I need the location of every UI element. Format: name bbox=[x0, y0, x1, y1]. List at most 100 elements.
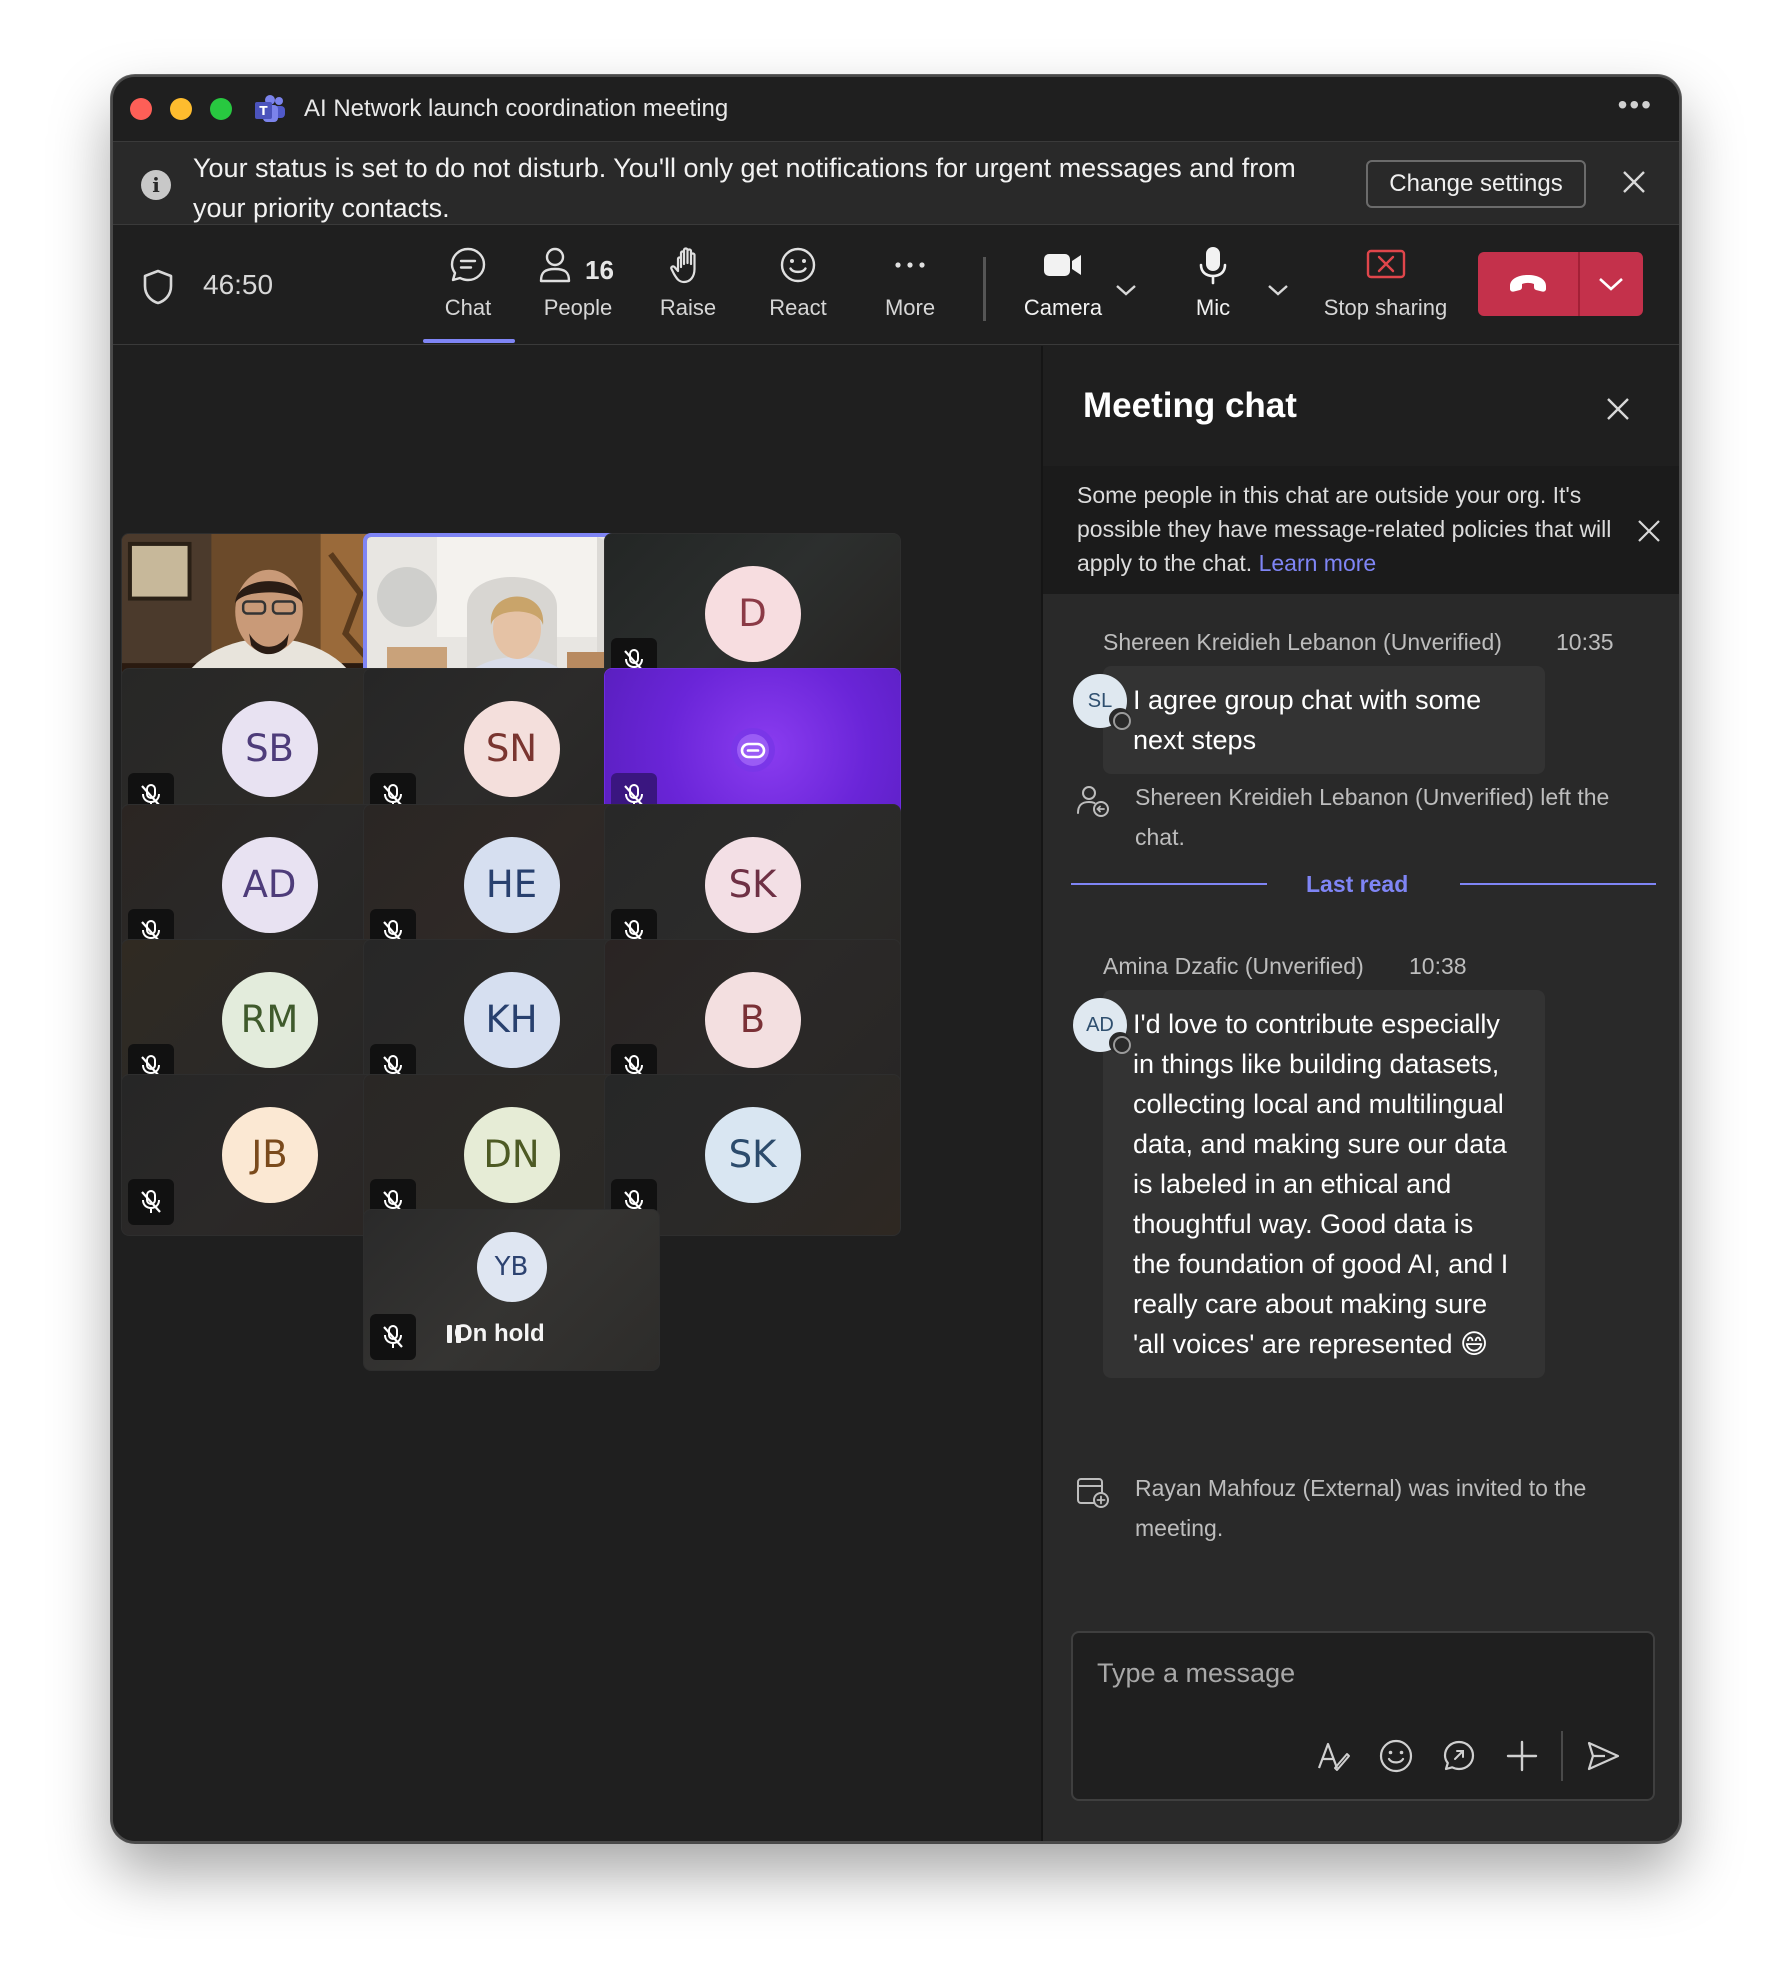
zoom-window-button[interactable] bbox=[210, 98, 232, 120]
chat-icon bbox=[450, 247, 486, 282]
presence-status-icon bbox=[1109, 1032, 1131, 1054]
smiley-icon bbox=[780, 247, 816, 283]
avatar-initials: SL bbox=[1087, 690, 1113, 712]
more-button[interactable]: More bbox=[865, 245, 955, 335]
participant-avatar: D bbox=[704, 566, 801, 662]
chevron-down-icon[interactable] bbox=[1115, 283, 1137, 297]
muted-mic-icon bbox=[370, 1314, 416, 1360]
message-time: 10:38 bbox=[1409, 953, 1467, 979]
chat-message-bubble[interactable]: I'd love to contribute especially in thi… bbox=[1103, 990, 1545, 1378]
meeting-chat-panel: Meeting chat Some people in this chat ar… bbox=[1041, 346, 1679, 1841]
people-button[interactable]: 16 People bbox=[523, 245, 633, 335]
stop-sharing-button[interactable]: Stop sharing bbox=[1303, 245, 1468, 335]
window-title: AI Network launch coordination meeting bbox=[304, 95, 729, 122]
message-author: Shereen Kreidieh Lebanon (Unverified) bbox=[1103, 629, 1502, 655]
participant-avatar: B bbox=[704, 972, 801, 1068]
bot-icon bbox=[731, 728, 775, 772]
camera-icon bbox=[1044, 254, 1081, 276]
raise-hand-button[interactable]: Raise bbox=[643, 245, 733, 335]
video-stage: D SB SN AD HE SK RM KH B JB DN SK YB On … bbox=[113, 346, 1041, 1841]
message-author: Amina Dzafic (Unverified) bbox=[1103, 953, 1364, 979]
chat-label: Chat bbox=[444, 295, 492, 320]
chat-message-bubble[interactable]: I agree group chat with some next steps bbox=[1103, 666, 1545, 774]
composer-divider bbox=[1561, 1731, 1563, 1781]
raise-label: Raise bbox=[659, 295, 717, 320]
participant-avatar: DN bbox=[463, 1107, 560, 1203]
chevron-down-icon[interactable] bbox=[1267, 283, 1289, 297]
participant-avatar: RM bbox=[221, 972, 318, 1068]
close-icon[interactable] bbox=[1603, 394, 1633, 424]
info-icon: i bbox=[141, 170, 171, 200]
shield-icon[interactable] bbox=[141, 268, 175, 306]
learn-more-link[interactable]: Learn more bbox=[1259, 550, 1377, 576]
toolbar-divider bbox=[983, 257, 986, 321]
do-not-disturb-banner: i Your status is set to do not disturb. … bbox=[113, 141, 1679, 225]
change-settings-button[interactable]: Change settings bbox=[1366, 160, 1586, 208]
person-left-icon bbox=[1077, 786, 1109, 817]
close-icon[interactable] bbox=[1635, 517, 1663, 545]
external-users-notice: Some people in this chat are outside you… bbox=[1043, 466, 1679, 594]
plus-icon[interactable] bbox=[1504, 1738, 1540, 1774]
participant-avatar: HE bbox=[463, 837, 560, 933]
react-button[interactable]: React bbox=[753, 245, 843, 335]
react-label: React bbox=[769, 295, 827, 320]
last-read-label: Last read bbox=[1306, 871, 1409, 897]
camera-button[interactable]: Camera bbox=[1003, 245, 1123, 335]
chevron-down-icon[interactable] bbox=[1598, 276, 1624, 292]
meeting-toolbar: 46:50 Chat 16 People Raise React More Ca… bbox=[113, 225, 1679, 345]
mic-button[interactable]: Mic bbox=[1168, 245, 1258, 335]
format-text-icon[interactable] bbox=[1315, 1738, 1351, 1774]
message-input[interactable] bbox=[1097, 1653, 1627, 1693]
participant-avatar: SN bbox=[463, 701, 560, 797]
people-icon bbox=[539, 247, 571, 283]
chat-title: Meeting chat bbox=[1083, 386, 1297, 425]
close-icon[interactable] bbox=[1619, 167, 1649, 197]
external-notice-text: Some people in this chat are outside you… bbox=[1077, 478, 1637, 580]
close-window-button[interactable] bbox=[130, 98, 152, 120]
teams-meeting-window: T AI Network launch coordination meeting… bbox=[111, 75, 1681, 1843]
active-tab-indicator bbox=[423, 339, 515, 343]
message-time: 10:35 bbox=[1556, 629, 1614, 655]
avatar[interactable]: SL bbox=[1073, 674, 1131, 730]
svg-text:T: T bbox=[259, 104, 268, 118]
last-read-divider bbox=[1071, 883, 1267, 885]
people-count: 16 bbox=[585, 255, 614, 285]
people-label: People bbox=[543, 295, 613, 320]
presence-status-icon bbox=[1109, 708, 1131, 730]
send-icon[interactable] bbox=[1585, 1738, 1621, 1774]
loop-component-icon[interactable] bbox=[1441, 1738, 1477, 1774]
more-icon bbox=[895, 262, 925, 268]
participant-avatar: JB bbox=[221, 1107, 318, 1203]
hang-up-icon bbox=[1510, 275, 1546, 292]
last-read-divider bbox=[1460, 883, 1656, 885]
system-message: Shereen Kreidieh Lebanon (Unverified) le… bbox=[1135, 784, 1610, 850]
participant-avatar: KH bbox=[463, 972, 560, 1068]
leave-divider bbox=[1578, 252, 1580, 316]
minimize-window-button[interactable] bbox=[170, 98, 192, 120]
calendar-add-icon bbox=[1077, 1478, 1109, 1508]
camera-label: Camera bbox=[1023, 295, 1103, 320]
participant-avatar: SK bbox=[704, 837, 801, 933]
meeting-timer: 46:50 bbox=[203, 269, 274, 300]
more-options-icon[interactable]: ••• bbox=[1618, 89, 1653, 121]
participant-avatar: AD bbox=[221, 837, 318, 933]
emoji-icon[interactable] bbox=[1378, 1738, 1414, 1774]
chat-button[interactable]: Chat bbox=[423, 245, 515, 343]
more-label: More bbox=[884, 295, 936, 320]
participant-tile-on-hold[interactable]: YB On hold bbox=[363, 1209, 660, 1371]
participant-avatar: SB bbox=[221, 701, 318, 797]
chat-header: Meeting chat bbox=[1043, 346, 1679, 466]
on-hold-status: On hold bbox=[454, 1320, 545, 1347]
avatar[interactable]: AD bbox=[1073, 998, 1131, 1054]
title-bar: T AI Network launch coordination meeting… bbox=[113, 77, 1679, 141]
stop-sharing-icon bbox=[1366, 249, 1405, 279]
avatar-initials: AD bbox=[1086, 1014, 1114, 1036]
system-message: Rayan Mahfouz (External) was invited to … bbox=[1135, 1475, 1587, 1541]
raise-hand-icon bbox=[670, 247, 696, 284]
muted-mic-icon bbox=[128, 1179, 174, 1225]
participant-avatar: SK bbox=[704, 1107, 801, 1203]
participant-avatar: YB bbox=[476, 1232, 547, 1302]
leave-button[interactable] bbox=[1478, 252, 1643, 316]
mic-label: Mic bbox=[1195, 295, 1231, 320]
teams-logo-icon: T bbox=[255, 95, 285, 122]
